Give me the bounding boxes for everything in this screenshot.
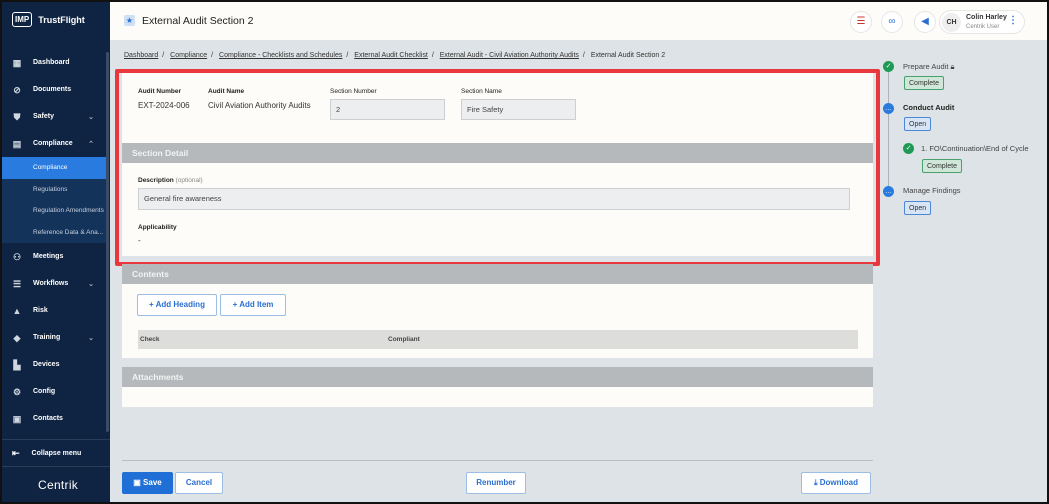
status-badge[interactable]: Complete	[922, 159, 962, 173]
chevron-up-icon: ⌃	[88, 140, 94, 148]
contacts-icon: ▣	[12, 413, 22, 424]
paperclip-icon: ⊘	[13, 84, 21, 95]
pending-icon: …	[883, 186, 894, 197]
download-button[interactable]: ⤓ Download	[801, 472, 871, 494]
save-icon: ▣	[133, 478, 144, 487]
status-badge[interactable]: Open	[904, 117, 932, 131]
column-check: Check	[140, 336, 160, 343]
workflow-step-label: Prepare Audit 🔒︎	[903, 62, 955, 71]
renumber-button[interactable]: Renumber	[466, 472, 526, 494]
app-window: IMP TrustFlight ▦ Dashboard ⊘ Documents ⛊ Sa…	[2, 2, 1047, 502]
sidebar-item-meetings[interactable]: ⚇ Meetings	[2, 243, 106, 270]
megaphone-icon[interactable]: ◀	[914, 11, 936, 33]
save-button[interactable]: ▣ Save	[122, 472, 173, 494]
compliance-submenu: Compliance Regulations Regulation Amendm…	[2, 157, 106, 243]
sidebar-scrollbar[interactable]	[106, 52, 109, 432]
status-badge[interactable]: Open	[904, 201, 932, 215]
shield-icon: ⛊	[13, 111, 21, 122]
column-compliant: Compliant	[388, 336, 420, 343]
cancel-button[interactable]: Cancel	[175, 472, 223, 494]
sidebar-item-safety[interactable]: ⛊ Safety ⌄	[2, 103, 106, 130]
config-icon: ⚙	[12, 386, 22, 397]
add-item-button[interactable]: + Add Item	[220, 294, 286, 316]
sidebar-item-compliance[interactable]: ▤ Compliance ⌃	[2, 130, 106, 157]
dashboard-icon: ▦	[12, 57, 22, 68]
contents-header: Contents	[122, 264, 873, 284]
centrik-logo: Centrik	[38, 478, 79, 492]
plus-icon: +	[149, 300, 156, 309]
compliance-icon: ▤	[12, 138, 22, 149]
sidebar-item-contacts[interactable]: ▣ Contacts	[2, 405, 106, 432]
breadcrumb-caa-audits[interactable]: External Audit - Civil Aviation Authorit…	[440, 52, 579, 59]
sidebar-nav: ▦ Dashboard ⊘ Documents ⛊ Safety ⌄ ▤ Complian…	[2, 49, 106, 432]
workflows-icon: ☰	[12, 278, 22, 289]
kebab-menu-icon[interactable]: ⋮	[1008, 15, 1018, 26]
attachments-card	[122, 387, 873, 407]
page-title: External Audit Section 2	[142, 15, 254, 27]
timeline-line	[888, 66, 889, 191]
add-heading-button[interactable]: + Add Heading	[137, 294, 217, 316]
logo[interactable]: IMP TrustFlight	[12, 12, 85, 27]
risk-icon: ▲	[12, 305, 22, 316]
attachments-header: Attachments	[122, 367, 873, 387]
sidebar-item-training[interactable]: ◆ Training ⌄	[2, 324, 106, 351]
sidebar: IMP TrustFlight ▦ Dashboard ⊘ Documents ⛊ Sa…	[2, 2, 110, 502]
graduation-cap-icon: ◆	[13, 332, 21, 343]
collapse-icon: ⇤	[12, 447, 20, 458]
user-menu[interactable]: CH Colin Harley Centrik User ⋮	[939, 10, 1025, 34]
meetings-icon: ⚇	[12, 251, 22, 262]
breadcrumb: Dashboard / Compliance / Compliance - Chec…	[124, 52, 666, 59]
devices-icon: ▙	[13, 359, 21, 370]
breadcrumb-current: External Audit Section 2	[590, 52, 666, 59]
breadcrumb-compliance[interactable]: Compliance	[170, 52, 207, 59]
collapse-menu-button[interactable]: ⇤ Collapse menu	[2, 439, 110, 467]
chevron-down-icon: ⌄	[88, 113, 94, 121]
workflow-substep-label: 1. FO\Continuation\End of Cycle	[921, 144, 1029, 153]
breadcrumb-checklists[interactable]: Compliance - Checklists and Schedules	[219, 52, 342, 59]
sidebar-item-documents[interactable]: ⊘ Documents	[2, 76, 106, 103]
stack-icon[interactable]: ☰	[850, 11, 872, 33]
breadcrumb-audit-checklist[interactable]: External Audit Checklist	[354, 52, 428, 59]
lock-icon: 🔒︎	[950, 62, 955, 71]
sidebar-subitem-compliance[interactable]: Compliance	[2, 157, 106, 179]
link-icon[interactable]: ∞	[881, 11, 903, 33]
sidebar-item-config[interactable]: ⚙ Config	[2, 378, 106, 405]
user-name: Colin Harley	[966, 14, 1007, 21]
chevron-down-icon: ⌄	[88, 334, 94, 342]
sidebar-subitem-regulation-amendments[interactable]: Regulation Amendments	[2, 200, 106, 222]
compliance-page-icon: ★	[124, 15, 135, 26]
sidebar-subitem-regulations[interactable]: Regulations	[2, 179, 106, 201]
check-icon: ✓	[903, 143, 914, 154]
in-progress-icon: …	[883, 103, 894, 114]
sidebar-item-risk[interactable]: ▲ Risk	[2, 297, 106, 324]
contents-table-header: Check Compliant	[138, 330, 858, 349]
sidebar-item-dashboard[interactable]: ▦ Dashboard	[2, 49, 106, 76]
highlight-box	[115, 69, 880, 266]
sidebar-item-devices[interactable]: ▙ Devices	[2, 351, 106, 378]
user-role: Centrik User	[966, 24, 1000, 30]
sidebar-subitem-reference-data[interactable]: Reference Data & Ana...	[2, 222, 106, 244]
chevron-down-icon: ⌄	[88, 280, 94, 288]
footer-divider	[122, 460, 873, 461]
workflow-step-label: Manage Findings	[903, 186, 961, 195]
sidebar-item-workflows[interactable]: ☰ Workflows ⌄	[2, 270, 106, 297]
top-header: ★ External Audit Section 2 ☰ ∞ ◀ CH Coli…	[110, 2, 1047, 40]
status-badge[interactable]: Complete	[904, 76, 944, 90]
breadcrumb-dashboard[interactable]: Dashboard	[124, 52, 158, 59]
check-icon: ✓	[883, 61, 894, 72]
avatar: CH	[942, 13, 961, 32]
workflow-step-label: Conduct Audit	[903, 103, 955, 112]
